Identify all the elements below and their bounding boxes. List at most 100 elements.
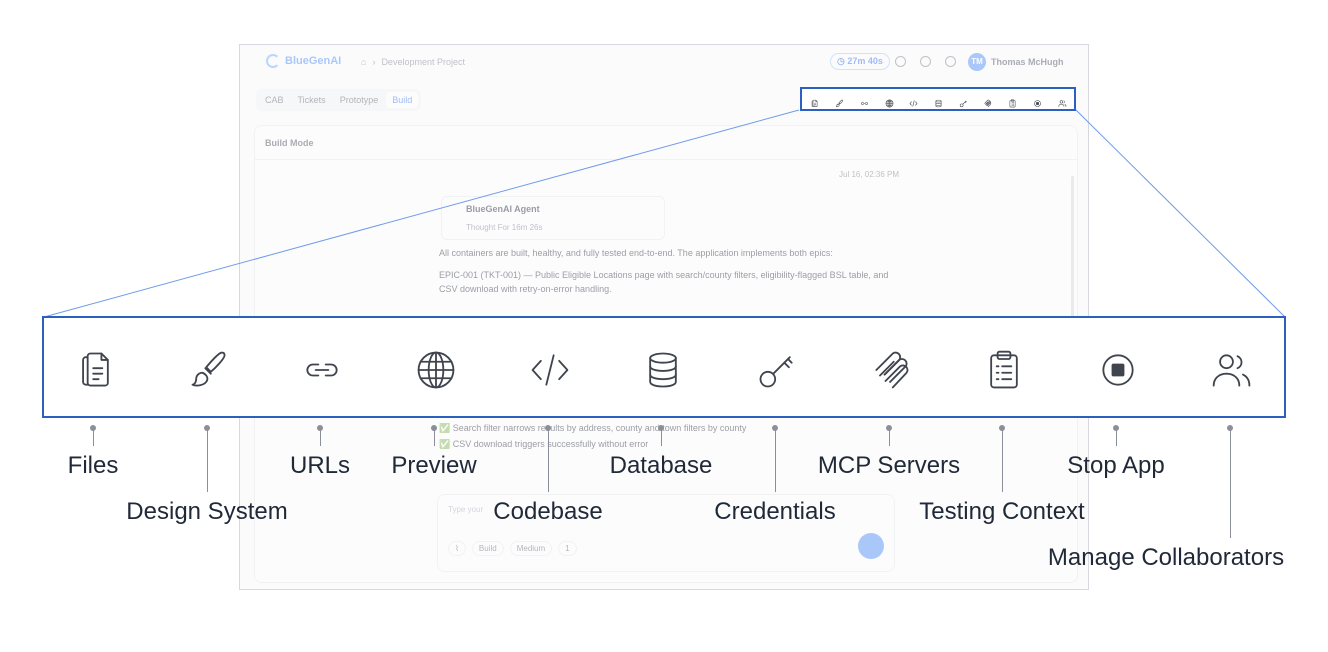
design-system-label: Design System (126, 498, 288, 525)
manage-collaborators-label: Manage Collaborators (1047, 544, 1285, 571)
scrollbar[interactable] (1071, 176, 1074, 326)
code-icon[interactable] (909, 95, 918, 107)
clipboard-icon (990, 350, 1018, 389)
stop-app-button[interactable] (1094, 346, 1142, 394)
bell-icon[interactable] (920, 56, 931, 67)
toolbar-zoom (42, 316, 1286, 418)
app-header: BlueGenAI ⌂ › Development Project ◷ 27m … (240, 45, 1088, 81)
codebase-label: Codebase (493, 498, 603, 525)
urls-button[interactable] (298, 346, 346, 394)
files-label: Files (67, 452, 119, 479)
stop-app-label: Stop App (1067, 452, 1165, 479)
codebase-button[interactable] (526, 346, 574, 394)
chat-options: ⌇ Build Medium 1 (448, 541, 577, 556)
mcp-servers-label: MCP Servers (817, 452, 961, 479)
files-icon[interactable] (810, 95, 818, 107)
leader-line (661, 430, 662, 446)
tab-prototype[interactable]: Prototype (334, 92, 385, 108)
leader-line (93, 430, 94, 446)
brush-icon (836, 99, 844, 107)
attach-icon[interactable]: ⌇ (448, 541, 466, 556)
brand-logo[interactable]: BlueGenAI (266, 54, 341, 68)
preview-label: Preview (391, 452, 477, 479)
mcp-servers-button[interactable] (867, 346, 915, 394)
users-icon (1058, 100, 1066, 107)
mode-select[interactable]: Build (471, 541, 504, 556)
database-icon[interactable] (934, 95, 942, 108)
send-button[interactable] (858, 533, 884, 559)
session-timer: ◷ 27m 40s (830, 53, 890, 70)
avatar[interactable]: TM (968, 53, 986, 71)
agent-name: BlueGenAI Agent (466, 204, 540, 214)
design-system-button[interactable] (185, 346, 233, 394)
chat-input[interactable]: Type your (448, 505, 483, 514)
testing-context-label: Testing Context (919, 498, 1085, 525)
agent-thought: Thought For 16m 26s (466, 223, 543, 232)
clipboard-icon (1009, 99, 1016, 108)
preview-button[interactable] (412, 346, 460, 394)
link-icon (306, 363, 338, 377)
home-icon[interactable]: ⌂ (361, 57, 366, 67)
tab-tickets[interactable]: Tickets (292, 92, 332, 108)
key-icon[interactable] (959, 95, 967, 108)
leader-line (207, 430, 208, 492)
database-button[interactable] (639, 346, 687, 394)
credentials-button[interactable] (753, 346, 801, 394)
brush-icon (191, 351, 226, 387)
globe-icon (885, 99, 893, 108)
files-button[interactable] (71, 346, 119, 394)
brand-name: BlueGenAI (285, 55, 342, 67)
manage-collaborators-button[interactable] (1208, 346, 1256, 394)
key-icon (959, 100, 967, 108)
tab-cab[interactable]: CAB (259, 92, 290, 108)
breadcrumb: ⌂ › Development Project (361, 57, 465, 67)
leader-line (548, 430, 549, 492)
link-icon[interactable] (860, 95, 868, 105)
clipboard-icon[interactable] (1008, 95, 1016, 108)
leader-line (775, 430, 776, 492)
globe-icon[interactable] (885, 95, 893, 108)
mcp-icon (984, 99, 992, 108)
agent-message: All containers are built, healthy, and f… (439, 248, 833, 258)
key-icon (759, 356, 793, 388)
testing-context-button[interactable] (980, 346, 1028, 394)
chevron-right-icon: › (372, 57, 376, 67)
clock-icon: ◷ (837, 56, 845, 66)
leader-line (1116, 430, 1117, 446)
code-icon (531, 354, 569, 386)
agent-card: BlueGenAI Agent Thought For 16m 26s (441, 196, 665, 240)
logo-icon (266, 54, 280, 68)
leader-line (1230, 430, 1231, 538)
stop-icon (1102, 354, 1134, 386)
files-icon (82, 352, 109, 387)
credentials-label: Credentials (714, 498, 836, 525)
stop-icon (1034, 100, 1041, 107)
agent-message: EPIC-001 (TKT-001) — Public Eligible Loc… (439, 270, 889, 294)
mcp-icon (875, 351, 909, 389)
leader-line (320, 430, 321, 446)
database-icon (935, 99, 942, 108)
breadcrumb-project[interactable]: Development Project (381, 57, 465, 67)
users-icon (1212, 354, 1251, 387)
stop-icon[interactable] (1033, 95, 1041, 107)
zoom-line-right (1075, 109, 1286, 318)
urls-label: URLs (289, 452, 351, 479)
tab-build[interactable]: Build (386, 92, 419, 108)
leader-line (434, 430, 435, 446)
panel-title: Build Mode (265, 138, 314, 148)
settings-count[interactable]: 1 (558, 541, 577, 556)
mcp-icon[interactable] (983, 95, 992, 108)
agent-message: ✅ Search filter narrows results by addre… (439, 423, 747, 433)
effort-select[interactable]: Medium (509, 541, 553, 556)
brush-icon[interactable] (835, 95, 844, 107)
globe-icon (417, 351, 455, 389)
leader-line (1002, 430, 1003, 492)
mode-tabs: CAB Tickets Prototype Build (256, 89, 422, 111)
toolbar-highlight (800, 87, 1076, 111)
moon-icon[interactable] (895, 56, 906, 67)
timer-value: 27m 40s (847, 56, 883, 66)
database-label: Database (609, 452, 713, 479)
user-name[interactable]: Thomas McHugh (991, 57, 1064, 67)
help-icon[interactable] (945, 56, 956, 67)
users-icon[interactable] (1058, 95, 1066, 107)
